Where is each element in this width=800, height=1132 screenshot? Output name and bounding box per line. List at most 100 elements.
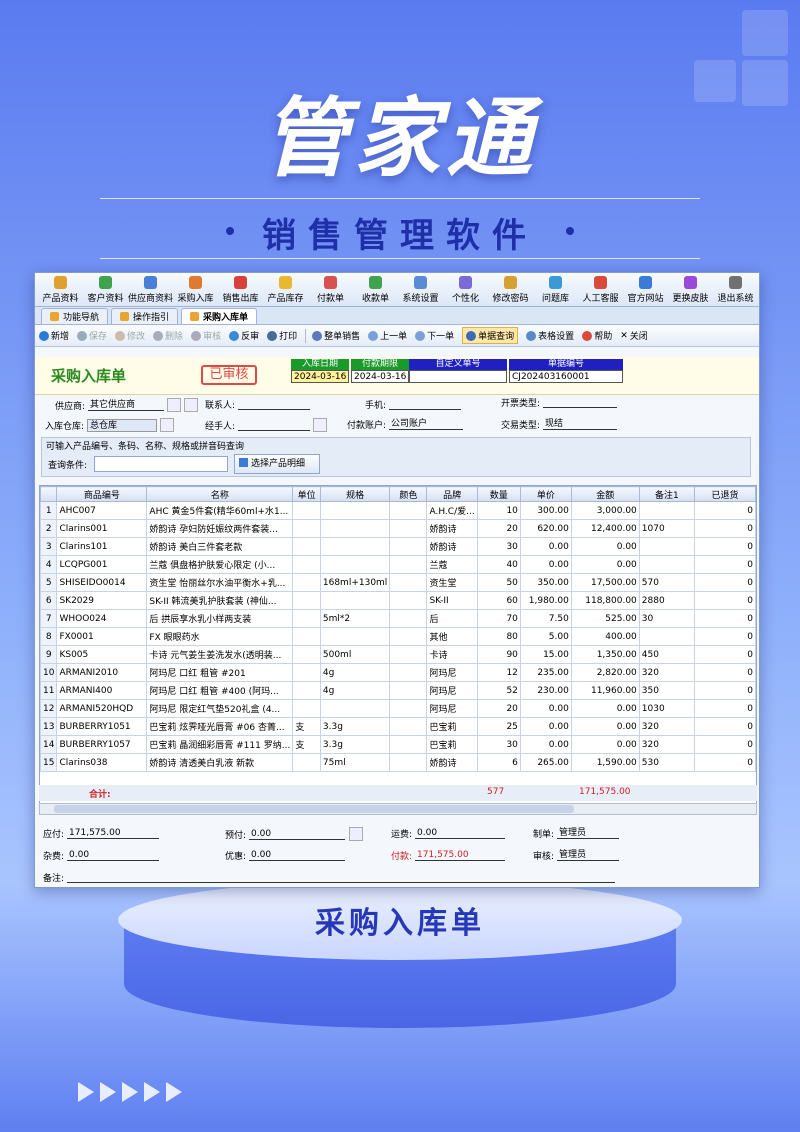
table-cell[interactable]: 1030 xyxy=(638,699,695,718)
column-header[interactable]: 备注1 xyxy=(638,486,695,502)
table-cell[interactable]: 后 xyxy=(426,609,478,628)
table-cell[interactable]: 4g xyxy=(319,663,391,682)
account-field[interactable]: 公司账户 xyxy=(389,419,464,430)
scrollbar-thumb[interactable] xyxy=(54,805,574,813)
table-cell[interactable]: 0.00 xyxy=(570,537,640,556)
table-cell[interactable] xyxy=(292,681,321,700)
table-cell[interactable]: ARMANI520HQD xyxy=(56,699,148,718)
table-cell[interactable]: 14 xyxy=(40,735,58,754)
table-cell[interactable] xyxy=(638,537,695,556)
table-cell[interactable]: 0 xyxy=(693,645,756,664)
table-cell[interactable] xyxy=(292,501,321,520)
table-cell[interactable]: 娇韵诗 xyxy=(426,519,478,538)
table-cell[interactable]: SK-II 韩流美乳护肤套装 (神仙... xyxy=(146,591,294,610)
table-cell[interactable]: ARMANI400 xyxy=(56,681,148,700)
table-cell[interactable]: 30 xyxy=(476,735,521,754)
supplier-dropdown[interactable] xyxy=(167,398,182,412)
misc-field[interactable]: 0.00 xyxy=(67,850,160,861)
table-cell[interactable]: 300.00 xyxy=(519,501,572,520)
table-cell[interactable] xyxy=(292,645,321,664)
table-cell[interactable] xyxy=(319,537,391,556)
column-header[interactable]: 商品编号 xyxy=(56,486,148,502)
table-cell[interactable]: 400.00 xyxy=(570,627,640,646)
select-product-button[interactable]: 选择产品明细 xyxy=(234,454,320,474)
table-cell[interactable]: 后 拱辰享水乳小样两支装 xyxy=(146,609,294,628)
table-cell[interactable]: 9 xyxy=(40,645,58,664)
table-cell[interactable]: Clarins101 xyxy=(56,537,148,556)
table-cell[interactable] xyxy=(389,537,428,556)
table-cell[interactable]: 525.00 xyxy=(570,609,640,628)
table-row[interactable]: 13 BURBERRY1051 巴宝莉 炫霁哑光唇膏 #06 杏菁... 支 3.3g 巴… xyxy=(40,717,756,736)
table-cell[interactable]: 资生堂 xyxy=(426,573,478,592)
table-cell[interactable]: Clarins038 xyxy=(56,753,148,772)
table-cell[interactable]: 0.00 xyxy=(570,735,640,754)
column-header[interactable]: 已退货 xyxy=(693,486,756,502)
table-cell[interactable]: 25 xyxy=(476,717,521,736)
table-cell[interactable]: 娇韵诗 美白三件套老款 xyxy=(146,537,294,556)
table-cell[interactable] xyxy=(389,699,428,718)
phone-field[interactable] xyxy=(389,399,462,410)
table-cell[interactable]: 1070 xyxy=(638,519,695,538)
toolbar-supplier-button[interactable]: 供应商资料 xyxy=(128,276,173,306)
table-cell[interactable] xyxy=(389,753,428,772)
table-cell[interactable]: SK2029 xyxy=(56,591,148,610)
table-cell[interactable]: 阿玛尼 xyxy=(426,699,478,718)
table-cell[interactable]: 12,400.00 xyxy=(570,519,640,538)
doc-query-button[interactable]: 单据查询 xyxy=(462,327,519,344)
handler-lookup[interactable] xyxy=(313,418,328,432)
table-cell[interactable]: 0 xyxy=(693,591,756,610)
table-cell[interactable]: 0 xyxy=(693,663,756,682)
table-cell[interactable]: 6 xyxy=(40,591,58,610)
horizontal-scrollbar[interactable] xyxy=(39,803,757,815)
tab-guide[interactable]: 操作指引 xyxy=(111,308,179,324)
table-cell[interactable]: 巴宝莉 晶润细彩唇膏 #111 罗纳... xyxy=(146,735,294,754)
table-cell[interactable]: 11,960.00 xyxy=(570,681,640,700)
table-row[interactable]: 8 FX0001 FX 眼眼药水 其他 80 5.00 400.00 0 xyxy=(40,627,756,646)
table-cell[interactable]: 0 xyxy=(693,555,756,574)
table-cell[interactable] xyxy=(389,609,428,628)
table-cell[interactable]: LCQPG001 xyxy=(56,555,148,574)
table-cell[interactable]: 资生堂 怡丽丝尔水油平衡水+乳... xyxy=(146,573,294,592)
table-cell[interactable]: 阿玛尼 xyxy=(426,681,478,700)
table-cell[interactable] xyxy=(292,537,321,556)
table-cell[interactable]: 阿玛尼 xyxy=(426,663,478,682)
column-header[interactable] xyxy=(40,486,58,502)
invoice-field[interactable] xyxy=(543,397,618,408)
table-cell[interactable] xyxy=(389,555,428,574)
table-cell[interactable] xyxy=(292,591,321,610)
table-cell[interactable]: 0.00 xyxy=(519,699,572,718)
column-header[interactable]: 品牌 xyxy=(426,486,478,502)
table-cell[interactable]: 30 xyxy=(638,609,695,628)
table-cell[interactable]: 阿玛尼 口红 粗管 #201 xyxy=(146,663,294,682)
prepaid-lookup[interactable] xyxy=(349,827,364,841)
table-cell[interactable]: 80 xyxy=(476,627,521,646)
edit-button[interactable]: 修改 xyxy=(115,329,145,342)
warehouse-lookup[interactable] xyxy=(160,418,175,432)
table-cell[interactable]: 0 xyxy=(693,717,756,736)
toolbar-password-button[interactable]: 修改密码 xyxy=(488,276,533,306)
table-cell[interactable]: 30 xyxy=(476,537,521,556)
table-cell[interactable]: 1,350.00 xyxy=(570,645,640,664)
table-cell[interactable] xyxy=(319,501,391,520)
table-cell[interactable]: ARMANI2010 xyxy=(56,663,148,682)
column-header[interactable]: 规格 xyxy=(319,486,391,502)
table-cell[interactable] xyxy=(319,627,391,646)
table-cell[interactable]: 5.00 xyxy=(519,627,572,646)
table-cell[interactable]: BURBERRY1051 xyxy=(56,717,148,736)
table-cell[interactable]: 5 xyxy=(40,573,58,592)
table-cell[interactable]: 娇韵诗 xyxy=(426,537,478,556)
table-cell[interactable]: 20 xyxy=(476,699,521,718)
table-cell[interactable]: 10 xyxy=(40,663,58,682)
toolbar-receipt-button[interactable]: 收款单 xyxy=(353,276,398,306)
doc-no-field[interactable]: 单据编号 CJ202403160001 xyxy=(509,359,623,385)
prev-button[interactable]: 上一单 xyxy=(368,329,407,342)
table-cell[interactable]: 0 xyxy=(693,735,756,754)
toolbar-sales-button[interactable]: 销售出库 xyxy=(218,276,263,306)
table-cell[interactable]: 4g xyxy=(319,681,391,700)
warehouse-select[interactable]: 总仓库 xyxy=(87,418,158,432)
table-cell[interactable]: 0.00 xyxy=(570,555,640,574)
table-cell[interactable]: 0 xyxy=(693,627,756,646)
table-cell[interactable]: 兰蔻 俱盘格护肤爱心限定 (小... xyxy=(146,555,294,574)
table-cell[interactable]: 0.00 xyxy=(519,735,572,754)
table-cell[interactable]: 118,800.00 xyxy=(570,591,640,610)
